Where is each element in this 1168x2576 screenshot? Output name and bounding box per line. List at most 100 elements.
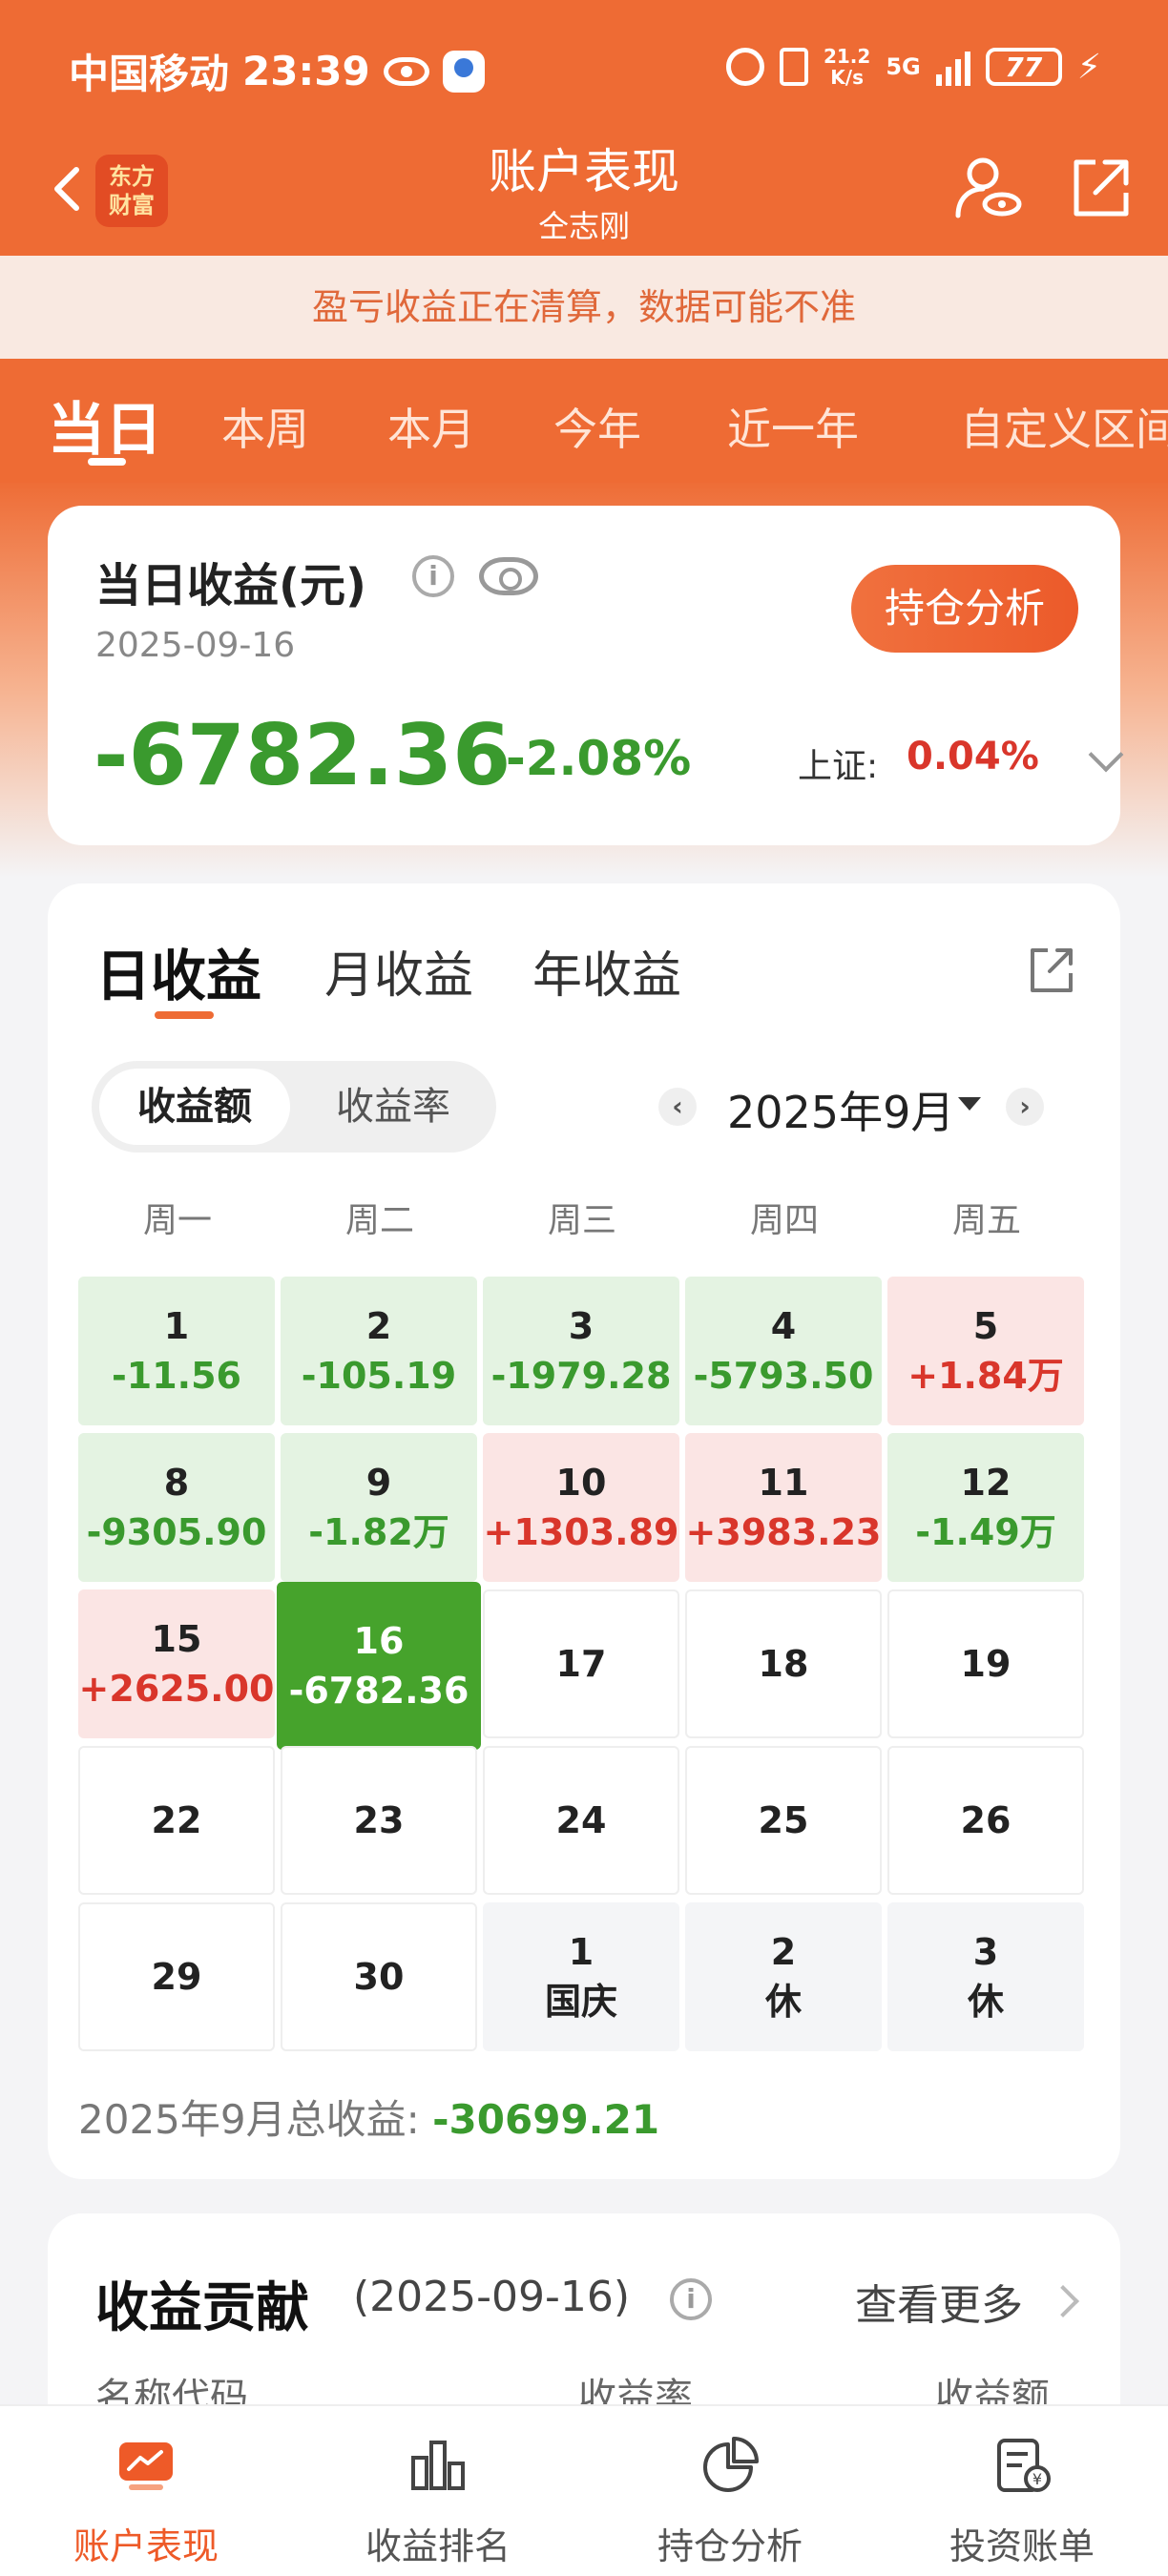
calendar-day-value: +3983.23 [685,1511,882,1553]
tab-yearly-earnings[interactable]: 年收益 [532,935,681,1007]
vibrate-icon [779,48,808,86]
calendar-day-number: 1 [163,1305,190,1347]
eye-status-icon [383,56,429,86]
calendar-day-number: 10 [555,1462,607,1504]
tab-custom-range[interactable]: 自定义区间 [960,395,1168,458]
bottom-nav-holding-analysis[interactable]: 持仓分析 [584,2406,876,2576]
summary-title: 当日收益(元) [95,559,366,613]
calendar-day-number: 4 [770,1305,797,1347]
calendar-day-cell[interactable]: 17 [483,1589,679,1738]
view-more-link[interactable]: 查看更多 [855,2271,1023,2332]
calendar-day-cell[interactable]: 26 [887,1746,1084,1895]
calendar-day-value: -1.82万 [308,1511,449,1553]
visibility-eye-icon[interactable] [479,557,538,595]
alarm-icon [725,48,764,86]
prev-month-button[interactable]: ‹ [658,1088,697,1126]
status-right: 21.2 K/s 5G 77 ⚡ [725,46,1101,88]
calendar-day-number: 19 [960,1643,1012,1685]
calendar-grid: 1 -11.56 2 -105.19 3 -1979.28 4 -5793.50 5 +1.84万… [78,1277,1090,2059]
calendar-day-value: -9305.90 [86,1511,267,1553]
calendar-day-number: 26 [960,1799,1012,1841]
info-icon[interactable]: i [412,555,454,597]
calendar-day-cell[interactable]: 10 +1303.89 [483,1433,679,1582]
calendar-day-value: +2625.00 [78,1668,275,1710]
calendar-day-value: 休 [967,1981,1004,2023]
calendar-day-cell[interactable]: 25 [685,1746,882,1895]
calendar-day-cell[interactable]: 19 [887,1589,1084,1738]
calendar-day-number: 17 [555,1643,607,1685]
calendar-day-cell[interactable]: 18 [685,1589,882,1738]
caret-down-icon[interactable] [958,1097,981,1111]
tab-monthly-earnings[interactable]: 月收益 [324,935,473,1007]
clearing-notice: 盈亏收益正在清算，数据可能不准 [0,256,1168,359]
tab-this-week[interactable]: 本周 [221,395,309,458]
calendar-day-number: 11 [758,1462,809,1504]
holding-analysis-button[interactable]: 持仓分析 [851,565,1078,653]
tab-this-month[interactable]: 本月 [387,395,475,458]
calendar-day-cell[interactable]: 15 +2625.00 [78,1589,275,1738]
index-value: 0.04% [907,735,1039,779]
export-icon[interactable] [1025,943,1078,996]
calendar-day-number: 3 [568,1305,594,1347]
bottom-nav-ranking[interactable]: 收益排名 [292,2406,584,2576]
tab-daily-earnings[interactable]: 日收益 [95,931,261,1011]
calendar-day-cell[interactable]: 12 -1.49万 [887,1433,1084,1582]
calendar-day-value: +1.84万 [907,1355,1064,1397]
status-left: 中国移动 23:39 [69,42,485,100]
calendar-day-number: 16 [353,1620,405,1662]
calendar-day-cell[interactable]: 29 [78,1902,275,2051]
nav-bar: 东方 财富 账户表现 仝志刚 [0,134,1168,258]
month-selector[interactable]: 2025年9月 [727,1078,954,1141]
calendar-day-cell[interactable]: 24 [483,1746,679,1895]
segment-profit-rate[interactable]: 收益率 [298,1069,489,1145]
calendar-day-cell[interactable]: 9 -1.82万 [281,1433,477,1582]
chevron-down-icon[interactable] [1088,737,1124,773]
bottom-nav-account-performance[interactable]: 账户表现 [0,2406,292,2576]
calendar-day-cell[interactable]: 5 +1.84万 [887,1277,1084,1425]
calendar-day-cell[interactable]: 2休 [685,1902,882,2051]
calendar-day-cell[interactable]: 30 [281,1902,477,2051]
calendar-day-cell[interactable]: 3 -1979.28 [483,1277,679,1425]
calendar-day-cell[interactable]: 3休 [887,1902,1084,2051]
bottom-nav-label: 账户表现 [73,2525,219,2567]
calendar-day-cell[interactable]: 1 国庆 [483,1902,679,2051]
calendar-day-cell[interactable]: 23 [281,1746,477,1895]
bottom-nav-investment-bill[interactable]: ¥ 投资账单 [876,2406,1168,2576]
segment-profit-amount[interactable]: 收益额 [99,1069,290,1145]
calendar-day-cell[interactable]: 11 +3983.23 [685,1433,882,1582]
calendar-day-cell[interactable]: 2 -105.19 [281,1277,477,1425]
share-icon[interactable] [1067,155,1134,221]
calendar-day-number: 3 [972,1931,999,1973]
calendar-day-cell[interactable]: 8 -9305.90 [78,1433,275,1582]
calendar-day-number: 2 [365,1305,392,1347]
calendar-day-cell[interactable]: 22 [78,1746,275,1895]
index-label: 上证: [798,747,879,786]
calendar-day-value: -1.49万 [915,1511,1056,1553]
tab-last-year[interactable]: 近一年 [727,395,859,458]
calendar-day-number: 25 [758,1799,809,1841]
calendar-day-cell[interactable]: 4 -5793.50 [685,1277,882,1425]
calendar-day-number: 24 [555,1799,607,1841]
calendar-day-value: -6782.36 [288,1670,469,1712]
bottom-nav-label: 投资账单 [949,2525,1095,2567]
month-total-label: 2025年9月总收益: [78,2096,420,2143]
calendar-day-cell[interactable]: 16 -6782.36 [277,1582,481,1750]
next-month-button[interactable]: › [1006,1088,1044,1126]
contribution-info-icon[interactable]: i [670,2278,712,2320]
calendar-day-value: -105.19 [301,1355,457,1397]
tab-today[interactable]: 当日 [48,384,162,467]
carrier: 中国移动 [69,51,230,97]
signal-icon [935,48,970,86]
calendar-day-number: 9 [365,1462,392,1504]
net-type: 5G [886,53,921,80]
weekday-tue: 周二 [344,1201,414,1240]
calendar-day-number: 18 [758,1643,809,1685]
calendar-day-number: 1 [568,1931,594,1973]
tab-this-year[interactable]: 今年 [553,395,641,458]
chevron-right-icon[interactable] [1047,2285,1079,2317]
calendar-day-cell[interactable]: 1 -11.56 [78,1277,275,1425]
calendar-day-number: 23 [353,1799,405,1841]
calendar-day-number: 30 [353,1956,405,1998]
user-privacy-icon[interactable] [952,153,1023,223]
weekday-header: 周一 周二 周三 周四 周五 [78,1193,1090,1240]
